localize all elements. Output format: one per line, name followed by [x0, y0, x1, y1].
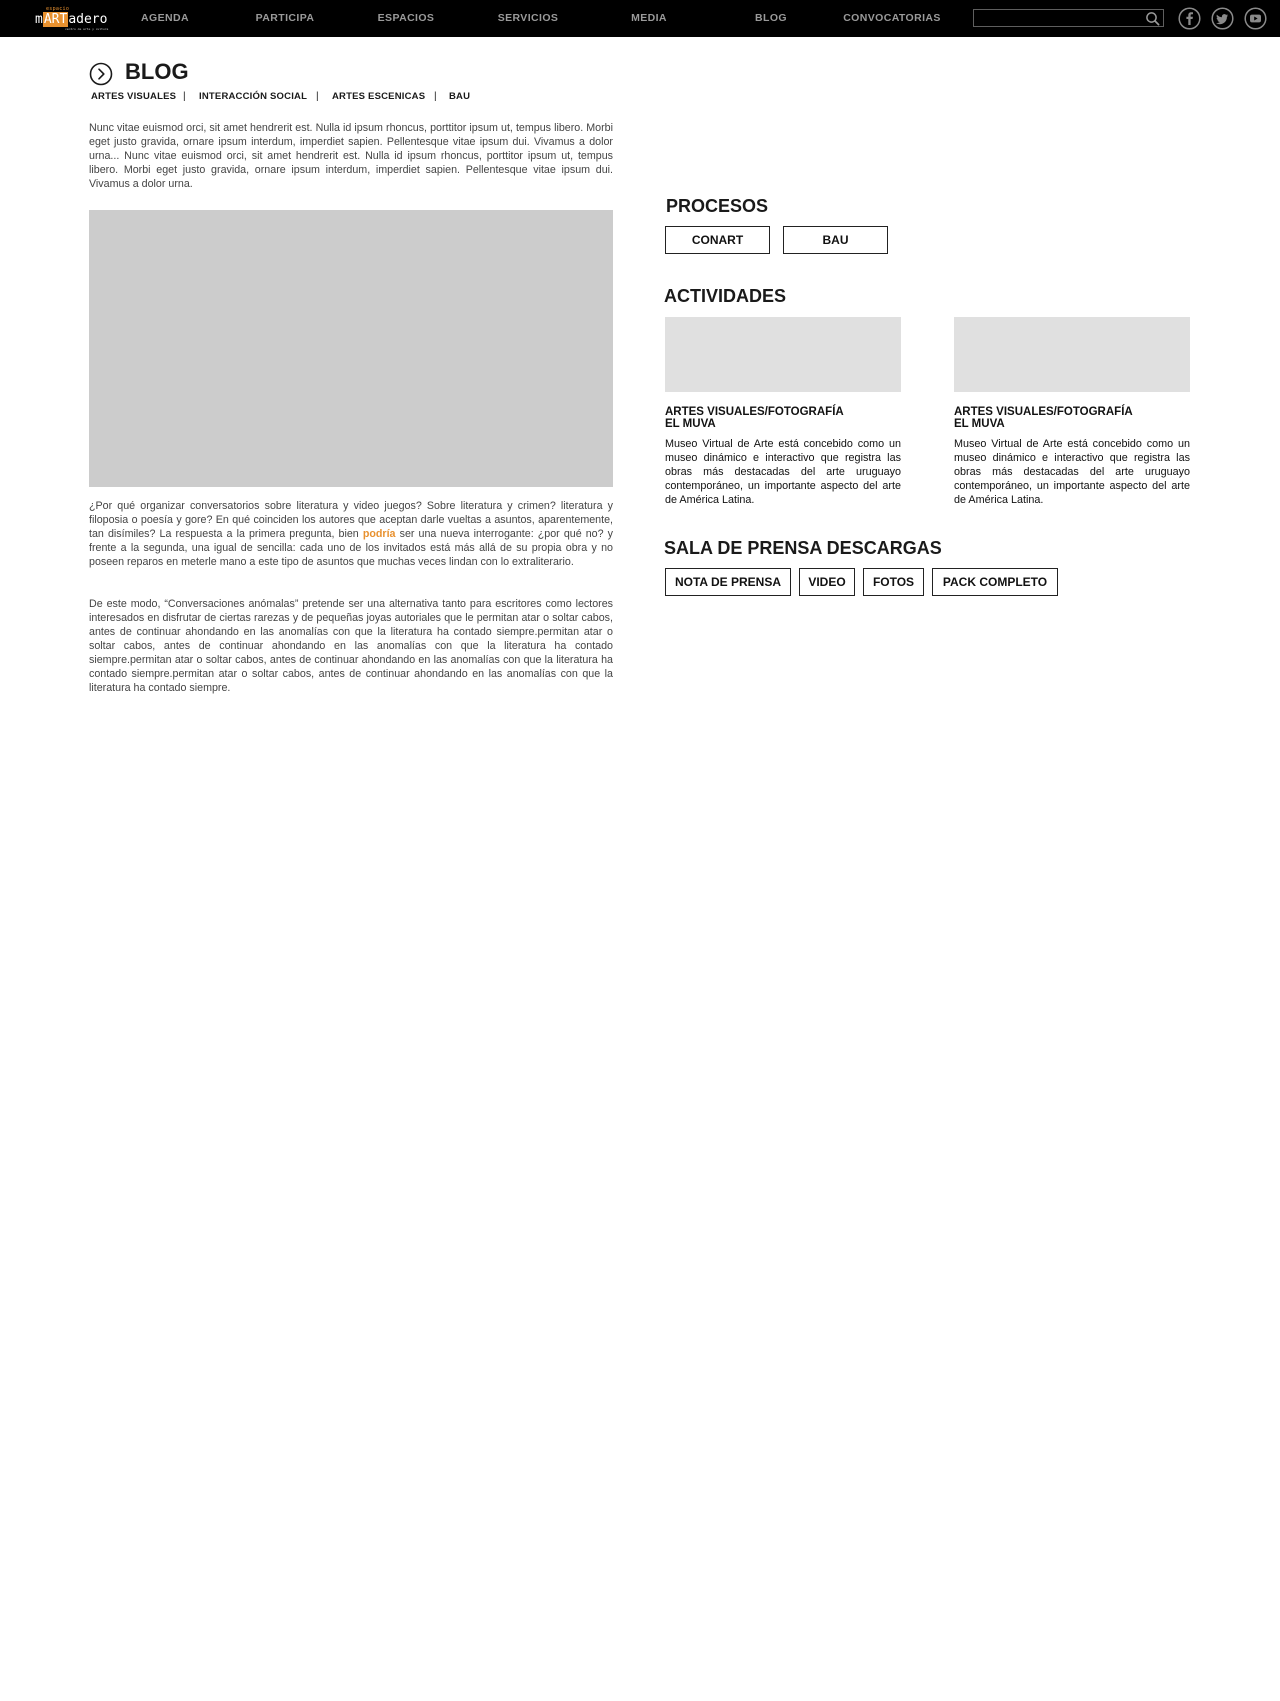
martadero-logo[interactable]: espacio mARTadero centro de arte y cultu…	[35, 6, 109, 31]
category-bau[interactable]: BAU	[449, 91, 470, 103]
chevron-right-circle-icon	[89, 62, 113, 86]
activity-image	[954, 317, 1190, 392]
category-artes-escenicas[interactable]: ARTES ESCENICAS	[332, 91, 425, 103]
body1-highlight-link[interactable]: podría	[363, 528, 396, 540]
procesos-title: PROCESOS	[666, 196, 769, 216]
category-separator: |	[434, 91, 437, 102]
activity-card[interactable]: ARTES VISUALES/FOTOGRAFÍA EL MUVA Museo …	[954, 317, 1190, 507]
blog-body-paragraph-1: ¿Por qué organizar conversatorios sobre …	[89, 499, 613, 569]
nav-item-servicios[interactable]: SERVICIOS	[488, 0, 568, 37]
activity-description: Museo Virtual de Arte está concebido com…	[954, 438, 1190, 506]
nav-item-agenda[interactable]: AGENDA	[125, 0, 205, 37]
category-separator: |	[183, 91, 186, 102]
actividades-title: ACTIVIDADES	[664, 286, 787, 306]
activity-name: EL MUVA	[954, 418, 1005, 430]
activity-category: ARTES VISUALES/FOTOGRAFÍA	[665, 406, 844, 418]
category-artes-visuales[interactable]: ARTES VISUALES	[91, 91, 176, 103]
category-interaccion-social[interactable]: INTERACCIÓN SOCIAL	[199, 91, 307, 103]
activity-title: ARTES VISUALES/FOTOGRAFÍA EL MUVA	[954, 406, 1190, 430]
sala-de-prensa-title: SALA DE PRENSA DESCARGAS	[664, 538, 942, 558]
logo-tagline: centro de arte y cultura	[65, 27, 109, 31]
blog-intro-paragraph: Nunc vitae euismod orci, sit amet hendre…	[89, 122, 613, 190]
activity-image	[665, 317, 901, 392]
activity-card[interactable]: ARTES VISUALES/FOTOGRAFÍA EL MUVA Museo …	[665, 317, 901, 507]
pack-completo-button[interactable]: PACK COMPLETO	[932, 568, 1058, 596]
fotos-button[interactable]: FOTOS	[863, 568, 924, 596]
blog-main-image	[89, 210, 613, 487]
video-button[interactable]: VIDEO	[799, 568, 855, 596]
nav-item-convocatorias[interactable]: CONVOCATORIAS	[842, 0, 942, 37]
category-separator: |	[316, 91, 319, 102]
conart-button[interactable]: CONART	[665, 226, 770, 254]
activity-description: Museo Virtual de Arte está concebido com…	[665, 438, 901, 506]
facebook-icon[interactable]	[1178, 7, 1201, 30]
logo-art: ART	[42, 12, 69, 27]
top-navigation-bar: espacio mARTadero centro de arte y cultu…	[0, 0, 1280, 37]
blog-body-paragraph-2: De este modo, “Conversaciones anómalas” …	[89, 598, 613, 694]
nota-de-prensa-button[interactable]: NOTA DE PRENSA	[665, 568, 791, 596]
nav-item-media[interactable]: MEDIA	[609, 0, 689, 37]
activity-name: EL MUVA	[665, 418, 716, 430]
activity-category: ARTES VISUALES/FOTOGRAFÍA	[954, 406, 1133, 418]
logo-post: adero	[68, 12, 108, 27]
search-icon[interactable]	[1145, 11, 1160, 26]
page-title: BLOG	[125, 59, 189, 84]
twitter-icon[interactable]	[1211, 7, 1234, 30]
activity-title: ARTES VISUALES/FOTOGRAFÍA EL MUVA	[665, 406, 901, 430]
youtube-icon[interactable]	[1244, 7, 1267, 30]
bau-button[interactable]: BAU	[783, 226, 888, 254]
nav-item-blog[interactable]: BLOG	[731, 0, 811, 37]
nav-item-participa[interactable]: PARTICIPA	[245, 0, 325, 37]
search-box	[973, 9, 1164, 27]
search-input[interactable]	[974, 10, 1147, 26]
logo-pre: m	[35, 12, 43, 27]
logo-wordmark: mARTadero	[35, 12, 107, 27]
nav-item-espacios[interactable]: ESPACIOS	[366, 0, 446, 37]
